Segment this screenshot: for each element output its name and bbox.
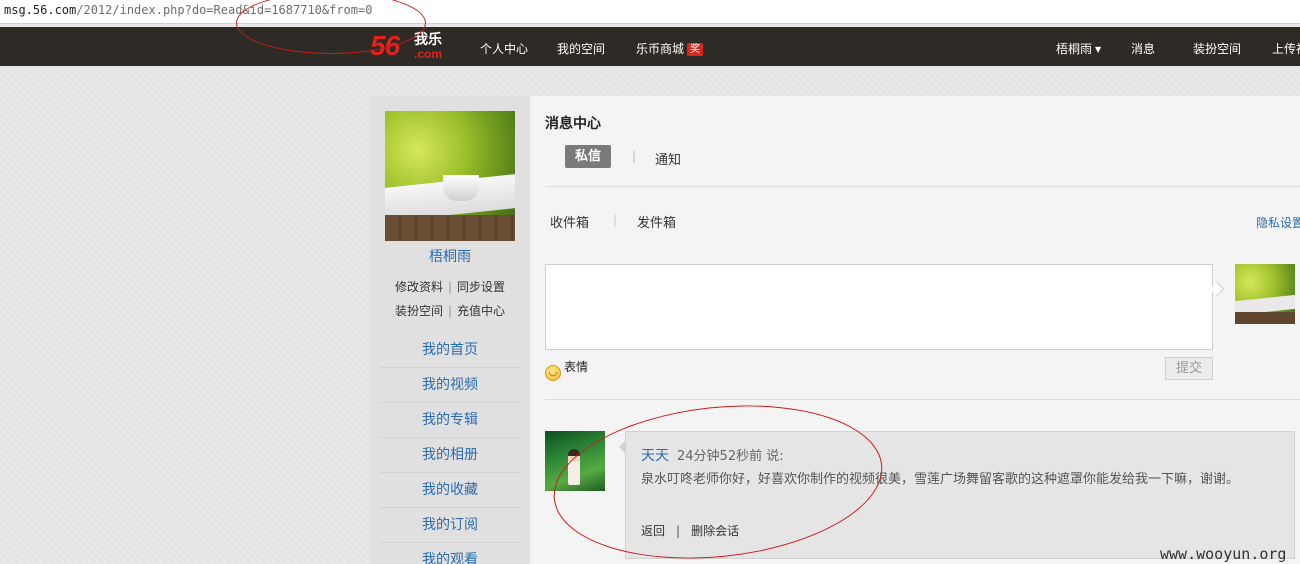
divider (545, 399, 1300, 400)
submit-button[interactable]: 提交 (1165, 357, 1213, 380)
address-bar[interactable]: msg.56.com/2012/index.php?do=Read&id=168… (0, 0, 1300, 24)
privacy-settings-link[interactable]: 隐私设置 (1256, 214, 1300, 231)
nav-my-space[interactable]: 我的空间 (557, 40, 605, 57)
nav-upload-video[interactable]: 上传视频 (1272, 40, 1300, 57)
shop-badge: 奖 (687, 43, 704, 56)
tab-divider: | (632, 149, 637, 163)
avatar-table-shape (385, 215, 515, 241)
tab-private-messages[interactable]: 私信 (565, 145, 611, 168)
nav-user-menu[interactable]: 梧桐雨 ▼ (1056, 40, 1101, 57)
nav-decorate-space[interactable]: 装扮空间 (1193, 40, 1241, 57)
avatar-table-shape (1235, 312, 1295, 324)
my-avatar[interactable] (1235, 264, 1295, 324)
compose-textarea[interactable] (545, 264, 1213, 350)
nav-messages[interactable]: 消息 (1131, 40, 1155, 57)
subtab-divider: | (613, 213, 618, 227)
smiley-icon: ◡ (545, 365, 561, 381)
chevron-down-icon: ▼ (1095, 45, 1102, 54)
recharge-link[interactable]: 充值中心 (457, 304, 505, 318)
page-title: 消息中心 (545, 116, 601, 132)
decorate-space-link[interactable]: 装扮空间 (395, 304, 443, 318)
sidebar-item-home[interactable]: 我的首页 (380, 333, 520, 368)
sidebar-item-photos[interactable]: 我的相册 (380, 438, 520, 473)
avatar-cup-shape (443, 175, 479, 201)
emoji-label: 表情 (564, 360, 589, 374)
sync-settings-link[interactable]: 同步设置 (457, 280, 505, 294)
profile-links-row2: 装扮空间 | 充值中心 (370, 302, 530, 319)
tab-outbox[interactable]: 发件箱 (637, 212, 676, 231)
sidebar-item-history[interactable]: 我的观看 (380, 543, 520, 564)
divider: | (447, 304, 453, 318)
watermark: www.wooyun.org (1160, 545, 1287, 563)
logo-suffix: .com (414, 47, 443, 61)
url-host: msg.56.com (4, 3, 77, 17)
divider (545, 186, 1300, 187)
sidebar-item-videos[interactable]: 我的视频 (380, 368, 520, 403)
divider: | (447, 280, 453, 294)
nav-coin-shop[interactable]: 乐币商城奖 (636, 40, 704, 57)
sidebar-item-favorites[interactable]: 我的收藏 (380, 473, 520, 508)
sidebar-item-albums[interactable]: 我的专辑 (380, 403, 520, 438)
nav-coin-shop-label: 乐币商城 (636, 42, 685, 56)
tab-notifications[interactable]: 通知 (655, 149, 681, 168)
sidebar-menu: 我的首页 我的视频 我的专辑 我的相册 我的收藏 我的订阅 我的观看 (380, 333, 520, 564)
top-nav: 56 我乐 .com 个人中心 我的空间 乐币商城奖 梧桐雨 ▼ 消息 装扮空间 … (0, 27, 1300, 66)
tab-inbox[interactable]: 收件箱 (550, 212, 589, 231)
profile-links-row1: 修改资料 | 同步设置 (370, 278, 530, 295)
profile-username[interactable]: 梧桐雨 (370, 246, 530, 266)
edit-profile-link[interactable]: 修改资料 (395, 280, 443, 294)
profile-avatar[interactable] (385, 111, 515, 241)
emoji-button[interactable]: ◡ 表情 (545, 358, 588, 381)
nav-personal-center[interactable]: 个人中心 (480, 40, 528, 57)
profile-sidebar: 梧桐雨 修改资料 | 同步设置 装扮空间 | 充值中心 我的首页 我的视频 我的专辑 我… (370, 96, 530, 564)
sidebar-item-subscriptions[interactable]: 我的订阅 (380, 508, 520, 543)
nav-username: 梧桐雨 (1056, 42, 1093, 56)
